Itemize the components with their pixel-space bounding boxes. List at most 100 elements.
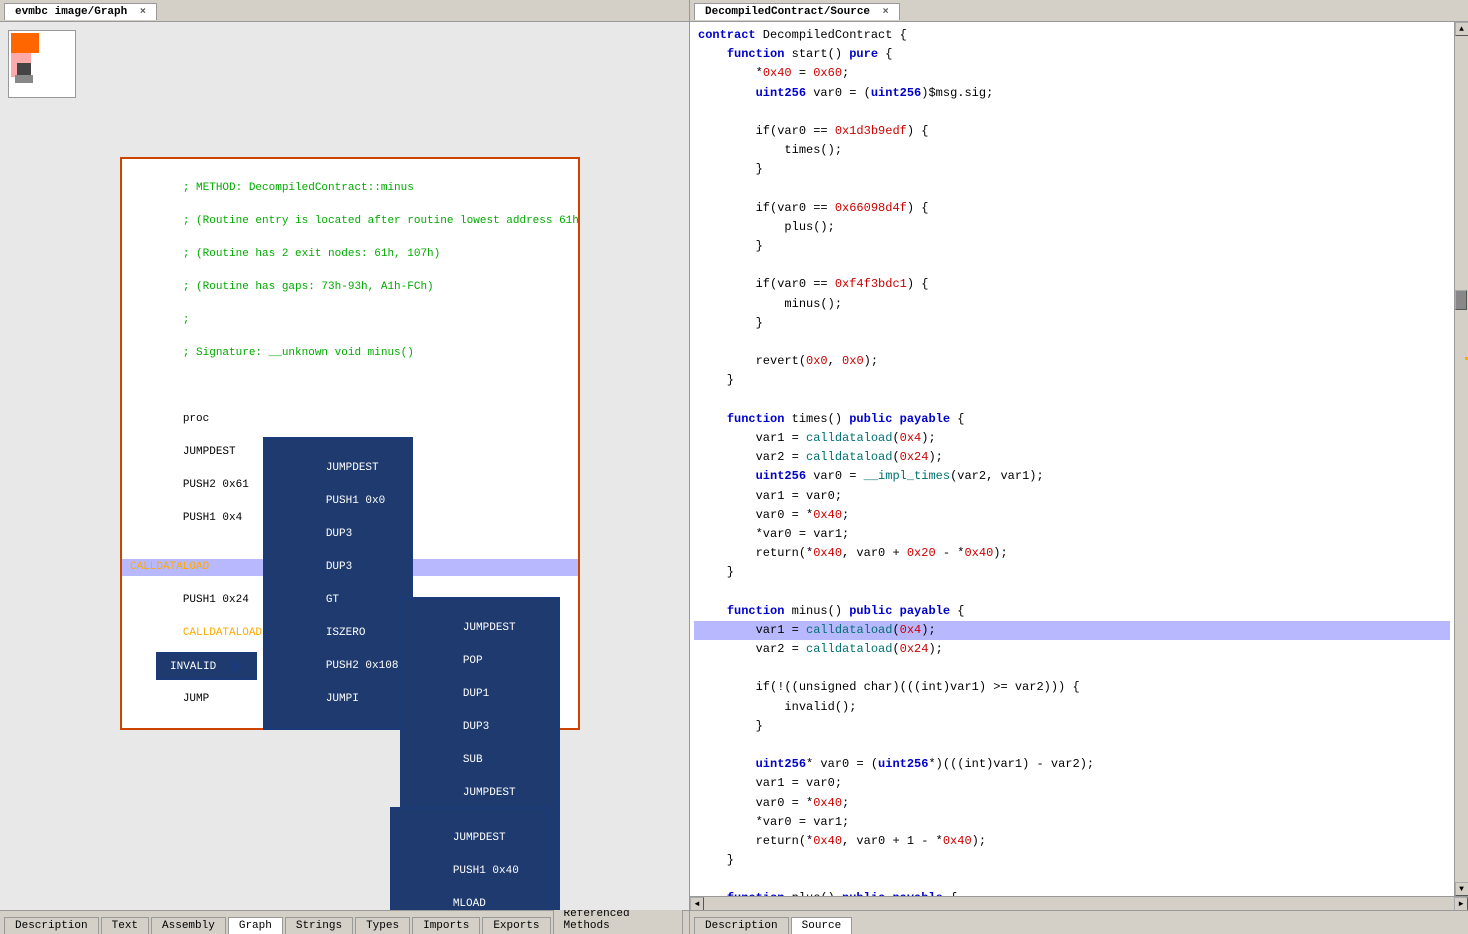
comment2: ; (Routine entry is located after routin… [183, 215, 579, 227]
rbn-jumpdest2: JUMPDEST [463, 787, 516, 799]
code-line-19 [694, 391, 1450, 410]
mn-push2: PUSH2 0x108 [326, 660, 399, 672]
code-line-26: *var0 = var1; [694, 525, 1450, 544]
code-line-43: } [694, 851, 1450, 870]
rbn-dup1: DUP1 [463, 688, 489, 700]
code-line-10: plus(); [694, 218, 1450, 237]
scroll-left-btn[interactable]: ◄ [690, 897, 704, 911]
code-line-3: uint256 var0 = (uint256)$msg.sig; [694, 84, 1450, 103]
middle-node: JUMPDEST PUSH1 0x0 DUP3 DUP3 GT ISZERO P… [263, 437, 413, 730]
right-panel-inner: contract DecompiledContract { function s… [690, 22, 1468, 896]
code-line-25: var0 = *0x40; [694, 506, 1450, 525]
left-panel: evmbc image/Graph × [0, 0, 690, 934]
comment6: ; Signature: __unknown void minus() [183, 347, 414, 359]
tab-text[interactable]: Text [101, 917, 149, 934]
scrollbar-track [1455, 36, 1468, 882]
code-line-30: function minus() public payable { [694, 602, 1450, 621]
code-line-33 [694, 659, 1450, 678]
code-line-1: function start() pure { [694, 45, 1450, 64]
thumbnail [8, 30, 76, 98]
tab-types[interactable]: Types [355, 917, 410, 934]
graph-tab[interactable]: evmbc image/Graph × [4, 3, 157, 20]
thumbnail-inner [9, 31, 75, 97]
mn-dup3-1: DUP3 [326, 528, 352, 540]
code-line-6: times(); [694, 141, 1450, 160]
code-line-34: if(!((unsigned char)(((int)var1) >= var2… [694, 678, 1450, 697]
code-line-21: var1 = calldataload(0x4); [694, 429, 1450, 448]
graph-tab-label: evmbc image/Graph [15, 6, 127, 18]
thumb-dark [17, 63, 31, 75]
code-line-32: var2 = calldataload(0x24); [694, 640, 1450, 659]
code-line-4 [694, 103, 1450, 122]
code-line-39: var1 = var0; [694, 774, 1450, 793]
code-line-45: function plus() public payable { [694, 889, 1450, 896]
rbn-pop: POP [463, 655, 483, 667]
bottom-scrollbar: ◄ ► [690, 896, 1468, 910]
bn-jumpdest: JUMPDEST [453, 832, 506, 844]
tab-strings[interactable]: Strings [285, 917, 353, 934]
tab-imports[interactable]: Imports [412, 917, 480, 934]
code-line-31: var1 = calldataload(0x4); [694, 621, 1450, 640]
code-line-23: uint256 var0 = __impl_times(var2, var1); [694, 467, 1450, 486]
code-line-24: var1 = var0; [694, 487, 1450, 506]
code-line-40: var0 = *0x40; [694, 794, 1450, 813]
push2-61: PUSH2 0x61 [183, 479, 249, 491]
push1-4: PUSH1 0x4 [183, 512, 242, 524]
graph-tab-close[interactable]: × [140, 7, 146, 18]
code-line-13: if(var0 == 0xf4f3bdc1) { [694, 275, 1450, 294]
tab-exports[interactable]: Exports [482, 917, 550, 934]
code-line-38: uint256* var0 = (uint256*)(((int)var1) -… [694, 755, 1450, 774]
tab-description[interactable]: Description [4, 917, 99, 934]
invalid-label: INVALID [170, 661, 216, 673]
comment4: ; (Routine has gaps: 73h-93h, A1h-FCh) [183, 281, 434, 293]
code-line-9: if(var0 == 0x66098d4f) { [694, 199, 1450, 218]
code-line-42: return(*0x40, var0 + 1 - *0x40); [694, 832, 1450, 851]
right-tab-description[interactable]: Description [694, 917, 789, 934]
mn-jumpdest: JUMPDEST [326, 462, 379, 474]
scrollbar-marker [1465, 357, 1468, 360]
scrollbar-thumb[interactable] [1455, 290, 1467, 310]
scroll-right-btn[interactable]: ► [1454, 897, 1468, 911]
rbn-jumpdest: JUMPDEST [463, 622, 516, 634]
left-tab-bar: evmbc image/Graph × [0, 0, 689, 22]
code-line-2: *0x40 = 0x60; [694, 64, 1450, 83]
code-line-12 [694, 256, 1450, 275]
push1-24: PUSH1 0x24 [183, 594, 249, 606]
right-tab-source[interactable]: Source [791, 917, 853, 934]
calldataload2: CALLDATALOAD [183, 627, 262, 639]
jump1: JUMP [183, 693, 209, 705]
code-line-28: } [694, 563, 1450, 582]
code-line-27: return(*0x40, var0 + 0x20 - *0x40); [694, 544, 1450, 563]
scroll-down-btn[interactable]: ▼ [1455, 882, 1468, 896]
code-line-37 [694, 736, 1450, 755]
code-line-0: contract DecompiledContract { [694, 26, 1450, 45]
code-line-11: } [694, 237, 1450, 256]
jumpdest1: JUMPDEST [183, 446, 236, 458]
comment5: ; [183, 314, 190, 326]
source-tab[interactable]: DecompiledContract/Source × [694, 3, 900, 20]
code-line-16 [694, 333, 1450, 352]
comment3: ; (Routine has 2 exit nodes: 61h, 107h) [183, 248, 440, 260]
code-line-20: function times() public payable { [694, 410, 1450, 429]
mn-gt: GT [326, 594, 339, 606]
code-line-7: } [694, 160, 1450, 179]
bottom-node: JUMPDEST PUSH1 0x40 MLOAD SWAP1 ... [390, 807, 550, 910]
code-line-44 [694, 870, 1450, 889]
right-tab-bar: DecompiledContract/Source × [690, 0, 1468, 22]
mn-iszero: ISZERO [326, 627, 366, 639]
scroll-up-btn[interactable]: ▲ [1455, 22, 1468, 36]
thumb-orange [11, 33, 39, 53]
tab-assembly[interactable]: Assembly [151, 917, 226, 934]
code-line-36: } [694, 717, 1450, 736]
code-line-14: minus(); [694, 295, 1450, 314]
code-line-29 [694, 582, 1450, 601]
main-container: evmbc image/Graph × [0, 0, 1468, 934]
source-tab-close[interactable]: × [883, 7, 889, 18]
tab-graph[interactable]: Graph [228, 917, 283, 934]
right-panel: DecompiledContract/Source × contract Dec… [690, 0, 1468, 934]
thumb-dark2 [15, 75, 33, 83]
code-line-15: } [694, 314, 1450, 333]
code-line-17: revert(0x0, 0x0); [694, 352, 1450, 371]
code-area[interactable]: contract DecompiledContract { function s… [690, 22, 1454, 896]
code-line-8 [694, 180, 1450, 199]
